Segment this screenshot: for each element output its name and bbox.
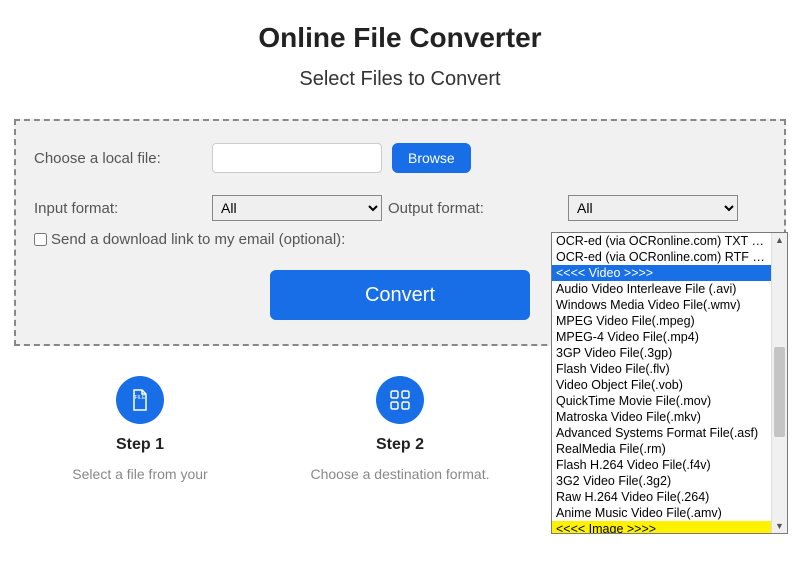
svg-text:FILE: FILE xyxy=(135,395,146,401)
listbox-option[interactable]: Audio Video Interleave File (.avi) xyxy=(552,281,771,297)
file-icon: FILE xyxy=(116,376,164,424)
email-checkbox-label: Send a download link to my email (option… xyxy=(51,231,345,248)
listbox-option[interactable]: Windows Media Video File(.wmv) xyxy=(552,297,771,313)
listbox-option[interactable]: 3G2 Video File(.3g2) xyxy=(552,473,771,489)
convert-button[interactable]: Convert xyxy=(270,270,530,320)
listbox-option[interactable]: Flash H.264 Video File(.f4v) xyxy=(552,457,771,473)
step-2-desc: Choose a destination format. xyxy=(271,466,528,482)
listbox-option[interactable]: Anime Music Video File(.amv) xyxy=(552,505,771,521)
browse-button[interactable]: Browse xyxy=(392,143,471,173)
output-format-label: Output format: xyxy=(388,200,566,217)
scroll-track[interactable] xyxy=(772,247,787,519)
output-format-listbox[interactable]: OCR-ed (via OCRonline.com) TXT (.txt)OCR… xyxy=(551,232,788,534)
listbox-option[interactable]: <<<< Image >>>> xyxy=(552,521,771,533)
listbox-option[interactable]: RealMedia File(.rm) xyxy=(552,441,771,457)
grid-icon xyxy=(376,376,424,424)
input-format-select[interactable]: All xyxy=(212,195,382,221)
scroll-up-arrow[interactable]: ▲ xyxy=(772,233,787,247)
file-input[interactable] xyxy=(212,143,382,173)
page-subtitle: Select Files to Convert xyxy=(10,68,790,91)
listbox-option[interactable]: Raw H.264 Video File(.264) xyxy=(552,489,771,505)
listbox-option[interactable]: 3GP Video File(.3gp) xyxy=(552,345,771,361)
step-1-desc: Select a file from your xyxy=(11,466,268,482)
page-title: Online File Converter xyxy=(10,22,790,54)
listbox-option[interactable]: Video Object File(.vob) xyxy=(552,377,771,393)
listbox-scrollbar[interactable]: ▲ ▼ xyxy=(771,233,787,533)
listbox-option[interactable]: OCR-ed (via OCRonline.com) RTF (.rtf) xyxy=(552,249,771,265)
listbox-option[interactable]: <<<< Video >>>> xyxy=(552,265,771,281)
scroll-down-arrow[interactable]: ▼ xyxy=(772,519,787,533)
listbox-option[interactable]: MPEG-4 Video File(.mp4) xyxy=(552,329,771,345)
step-2-title: Step 2 xyxy=(271,436,528,454)
step-2: Step 2 Choose a destination format. xyxy=(271,376,528,482)
listbox-option[interactable]: MPEG Video File(.mpeg) xyxy=(552,313,771,329)
listbox-option[interactable]: Advanced Systems Format File(.asf) xyxy=(552,425,771,441)
scroll-thumb[interactable] xyxy=(774,347,785,437)
choose-file-label: Choose a local file: xyxy=(34,150,212,167)
listbox-option[interactable]: Matroska Video File(.mkv) xyxy=(552,409,771,425)
listbox-option[interactable]: Flash Video File(.flv) xyxy=(552,361,771,377)
row-choose-file: Choose a local file: Browse xyxy=(34,143,766,173)
listbox-option[interactable]: OCR-ed (via OCRonline.com) TXT (.txt) xyxy=(552,233,771,249)
input-format-label: Input format: xyxy=(34,200,212,217)
step-1: FILE Step 1 Select a file from your xyxy=(11,376,268,482)
row-formats: Input format: All Output format: All xyxy=(34,195,766,221)
listbox-option[interactable]: QuickTime Movie File(.mov) xyxy=(552,393,771,409)
output-format-select[interactable]: All xyxy=(568,195,738,221)
step-1-title: Step 1 xyxy=(11,436,268,454)
email-checkbox[interactable] xyxy=(34,233,47,246)
